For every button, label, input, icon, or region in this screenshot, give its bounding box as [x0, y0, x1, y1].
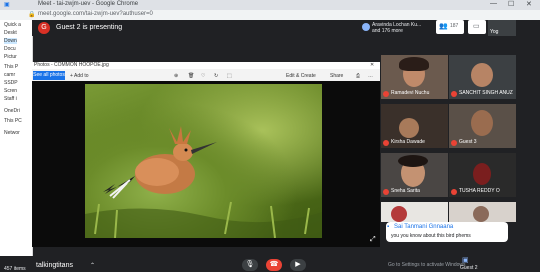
zoom-icon[interactable]: ⊕: [174, 73, 178, 79]
explorer-item[interactable]: Docu: [4, 46, 16, 52]
mic-muted-icon: [383, 140, 389, 146]
participant-tile[interactable]: Sneha Sarita: [381, 153, 448, 197]
explorer-item[interactable]: Quick a: [4, 22, 21, 28]
share-button[interactable]: Share: [330, 73, 343, 79]
microphone-button[interactable]: 🎙: [242, 259, 258, 271]
mic-muted-icon: [451, 189, 457, 195]
hoopoe-bird-illustration: [85, 126, 322, 238]
explorer-item[interactable]: Pictur: [4, 54, 17, 60]
url-text[interactable]: meet.google.com/tai-zwjm-uev?authuser=0: [38, 11, 153, 17]
camera-icon: ▶: [295, 261, 301, 268]
browser-title-bar: ▣ Meet - tai-zwjm-uev - Google Chrome — …: [0, 0, 540, 10]
chat-icon: ▭: [473, 23, 480, 30]
crop-icon[interactable]: ⬚: [227, 73, 232, 79]
lock-icon: 🔒: [28, 12, 36, 18]
activate-windows-text: Go to Settings to activate Windows: [388, 262, 466, 268]
explorer-item[interactable]: Networ: [4, 130, 20, 136]
mic-muted-icon: [383, 91, 389, 97]
self-view-tile: Yog: [488, 20, 516, 36]
delete-icon[interactable]: 🗑: [188, 73, 194, 79]
more-icon[interactable]: …: [368, 73, 373, 79]
presenter-avatar: G: [38, 22, 50, 34]
chat-notification[interactable]: ▪ Sai Tanmani Gnnaana you you know about…: [386, 222, 508, 242]
camera-button[interactable]: ▶: [290, 259, 306, 271]
chat-bubble-icon: ▪: [387, 224, 390, 230]
microphone-icon: 🎙: [245, 261, 255, 268]
participant-tile[interactable]: [381, 202, 448, 222]
meeting-name[interactable]: talkingtitans: [36, 262, 73, 269]
tile-name: Kirsha Dawade: [391, 139, 425, 145]
minimize-button[interactable]: —: [490, 0, 497, 7]
hang-up-icon: ☎: [269, 261, 279, 268]
photos-close-icon[interactable]: ✕: [370, 62, 374, 68]
participant-tile[interactable]: TUSHA REDDY O: [449, 153, 516, 197]
participant-tile[interactable]: Guest 3: [449, 104, 516, 148]
participant-avatar: [362, 23, 370, 31]
people-count: 187: [450, 23, 459, 29]
explorer-item[interactable]: Scren: [4, 88, 17, 94]
self-view-label: Yog: [490, 29, 499, 35]
tile-name: Guest 3: [459, 139, 477, 145]
rotate-icon[interactable]: ↻: [214, 73, 218, 79]
meet-favicon-icon: ▣: [4, 2, 10, 8]
mic-muted-icon: [383, 189, 389, 195]
leave-call-button[interactable]: ☎: [266, 259, 282, 271]
explorer-item[interactable]: OneDri: [4, 108, 20, 114]
people-button[interactable]: 👥 187: [436, 20, 464, 34]
print-icon[interactable]: ⎙: [356, 73, 360, 79]
tile-name: Sneha Sarita: [391, 188, 420, 194]
participant-tile[interactable]: Ramadevi Nuchu: [381, 55, 448, 99]
chevron-up-icon[interactable]: ⌃: [90, 262, 95, 269]
explorer-item[interactable]: This P: [4, 64, 18, 70]
photos-title-bar: Photos - COMMON HOOPOE.jpg ✕: [32, 62, 380, 69]
tile-name: Ramadevi Nuchu: [391, 90, 430, 96]
explorer-item[interactable]: Deskt: [4, 30, 17, 36]
explorer-item-count: 457 items: [4, 266, 26, 272]
mic-muted-icon: [451, 140, 457, 146]
participant-tile[interactable]: SANCHIT SINGH ANUZ: [449, 55, 516, 99]
explorer-item[interactable]: Down: [4, 38, 17, 44]
mic-muted-icon: [451, 91, 457, 97]
add-to-button[interactable]: + Add to: [70, 73, 89, 79]
favorite-icon[interactable]: ♡: [201, 73, 205, 79]
photos-window-title: Photos - COMMON HOOPOE.jpg: [34, 62, 109, 68]
presenting-text: Guest 2 is presenting: [56, 24, 123, 31]
tile-name: SANCHIT SINGH ANUZ: [459, 90, 513, 96]
presenter-label: Guest 2: [460, 265, 478, 271]
edit-create-button[interactable]: Edit & Create: [286, 73, 316, 79]
hoopoe-photo: [85, 84, 322, 238]
explorer-item[interactable]: Staff i: [4, 96, 17, 102]
file-explorer-sidebar: Quick a Deskt Down Docu Pictur This P ca…: [0, 20, 33, 272]
participant-tile[interactable]: [449, 202, 516, 222]
explorer-item[interactable]: camr: [4, 72, 15, 78]
chat-button[interactable]: ▭: [468, 20, 486, 34]
see-all-photos-button[interactable]: See all photos: [33, 71, 65, 80]
participant-tile[interactable]: Kirsha Dawade: [381, 104, 448, 148]
chat-sender: Sai Tanmani Gnnaana: [394, 224, 454, 230]
close-button[interactable]: ✕: [526, 0, 532, 8]
explorer-item[interactable]: This PC: [4, 118, 22, 124]
browser-title: Meet - tai-zwjm-uev - Google Chrome: [38, 1, 139, 7]
expand-icon[interactable]: ⤢: [370, 236, 376, 244]
tile-name: TUSHA REDDY O: [459, 188, 500, 194]
participants-line2: and 176 more: [372, 28, 403, 34]
chat-message: you you know about this bird phems: [391, 233, 471, 239]
explorer-item[interactable]: SSDP: [4, 80, 18, 86]
people-icon: 👥: [439, 23, 448, 30]
participants-summary[interactable]: Aravinda Lochan Ku... and 176 more: [372, 22, 421, 34]
maximize-button[interactable]: ☐: [508, 0, 514, 8]
present-now-icon[interactable]: ▣: [462, 256, 469, 264]
